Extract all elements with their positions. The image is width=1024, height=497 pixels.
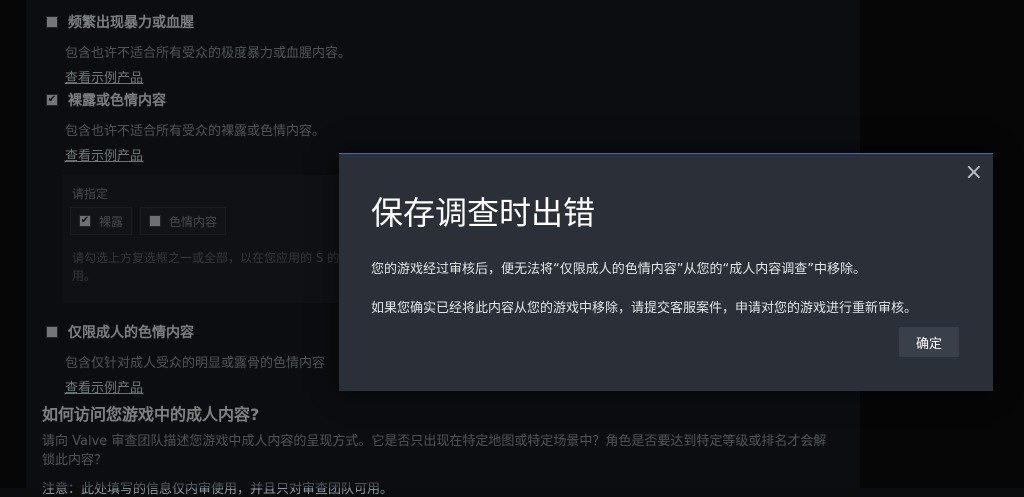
error-dialog: × 保存调查时出错 您的游戏经过审核后，便无法将“仅限成人的色情内容”从您的“成… [339,153,993,391]
ok-button[interactable]: 确定 [899,327,959,357]
close-icon[interactable]: × [965,160,983,185]
dialog-message-2: 如果您确实已经将此内容从您的游戏中移除，请提交客服案件，申请对您的游戏进行重新审… [371,301,918,316]
dialog-title: 保存调查时出错 [371,194,596,232]
dialog-message-1: 您的游戏经过审核后，便无法将“仅限成人的色情内容”从您的“成人内容调查”中移除。 [371,262,866,277]
